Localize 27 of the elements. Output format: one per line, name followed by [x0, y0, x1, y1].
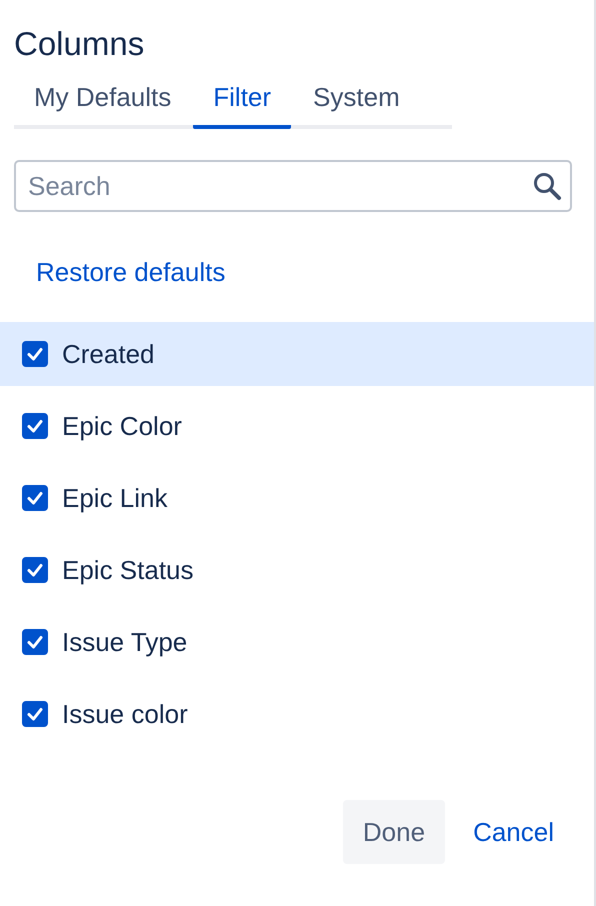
tab[interactable]: Filter: [193, 82, 292, 129]
checkbox[interactable]: [22, 413, 48, 439]
column-label: Created: [62, 338, 154, 370]
checkbox[interactable]: [22, 629, 48, 655]
column-option[interactable]: Epic Status: [0, 538, 594, 602]
cancel-button[interactable]: Cancel: [455, 800, 572, 864]
done-button[interactable]: Done: [342, 800, 446, 864]
checkbox[interactable]: [22, 485, 48, 511]
column-option[interactable]: Issue Type: [0, 610, 594, 674]
column-option[interactable]: Epic Color: [0, 394, 594, 458]
checkbox[interactable]: [22, 557, 48, 583]
column-option[interactable]: Epic Link: [0, 466, 594, 530]
search-icon: [532, 171, 562, 201]
column-label: Epic Color: [62, 410, 182, 442]
checkbox[interactable]: [22, 701, 48, 727]
checkbox[interactable]: [22, 341, 48, 367]
column-option[interactable]: Issue color: [0, 682, 594, 746]
tab[interactable]: My Defaults: [14, 82, 192, 129]
panel-title: Columns: [13, 24, 146, 64]
restore-defaults-link[interactable]: Restore defaults: [36, 256, 226, 288]
column-label: Issue color: [62, 698, 188, 730]
column-label: Epic Status: [62, 554, 194, 586]
column-label: Issue Type: [62, 626, 188, 658]
tab[interactable]: System: [293, 82, 420, 129]
column-option[interactable]: Created: [0, 322, 594, 386]
column-label: Epic Link: [62, 482, 168, 514]
search-field[interactable]: Search: [14, 160, 572, 212]
